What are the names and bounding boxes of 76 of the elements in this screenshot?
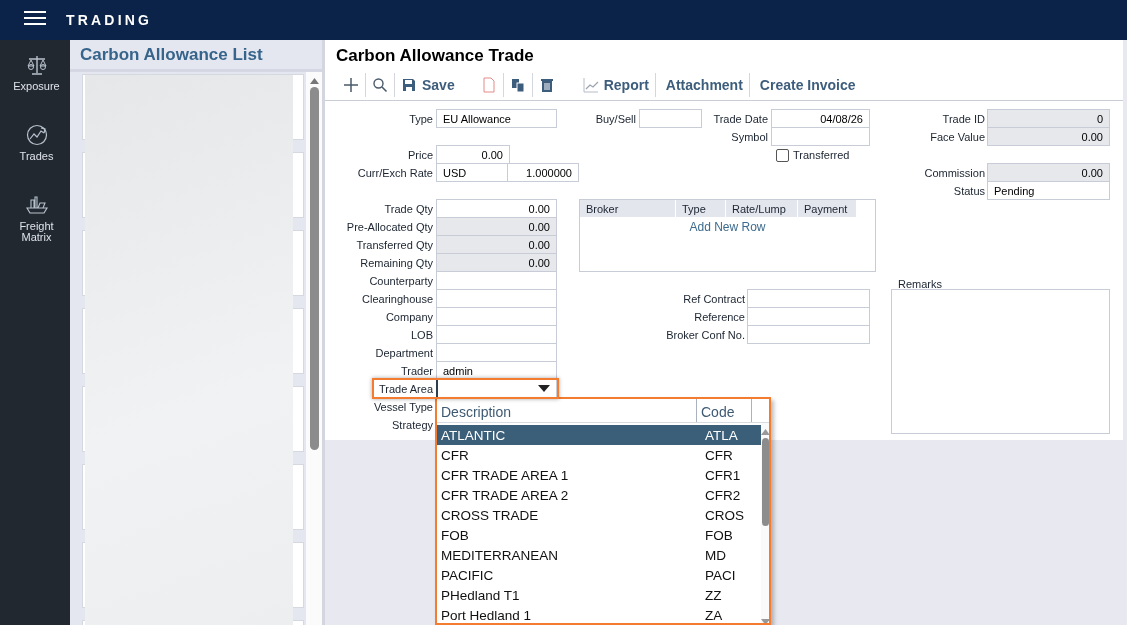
trend-chart-icon	[25, 124, 48, 146]
app-title: TRADING	[66, 12, 153, 28]
column-header: Type	[676, 200, 726, 217]
field-label: Trader	[400, 365, 434, 377]
dropdown-option[interactable]: FOB FOB	[437, 525, 761, 545]
dropdown-option[interactable]: PACIFIC PACI	[437, 565, 761, 585]
input-field[interactable]	[639, 109, 702, 128]
field-label: Price	[406, 149, 434, 161]
report-button[interactable]: Report	[576, 74, 655, 96]
field-label: Ref Contract	[682, 293, 746, 305]
nav-item[interactable]: Exposure	[0, 54, 70, 124]
dropdown-option[interactable]: CFR CFR	[437, 445, 761, 465]
dropdown-option[interactable]: MEDITERRANEAN MD	[437, 545, 761, 565]
field-label: Strategy	[391, 419, 434, 431]
copy-icon	[509, 77, 526, 93]
plus-icon	[343, 77, 359, 93]
field-label: Face Value	[929, 131, 986, 143]
field-label: Type	[408, 113, 434, 125]
dropdown-option[interactable]: CFR TRADE AREA 1 CFR1	[437, 465, 761, 485]
trash-icon	[538, 77, 555, 93]
column-header: Payment	[798, 200, 857, 217]
field-label: Remarks	[897, 278, 943, 290]
search-icon	[372, 77, 388, 93]
field-label: Clearinghouse	[361, 293, 434, 305]
form-title: Carbon Allowance Trade	[335, 45, 535, 67]
document-icon	[480, 77, 497, 93]
scrollbar[interactable]	[761, 423, 769, 623]
input-field[interactable]: EU Allowance	[436, 109, 557, 128]
field-label: Symbol	[730, 131, 769, 143]
field-label: Company	[384, 311, 434, 323]
field-label: Vessel Type	[372, 401, 434, 413]
remarks-field[interactable]	[891, 289, 1110, 434]
column-header: Rate/Lump	[726, 200, 798, 217]
create-invoice-button[interactable]: Create Invoice	[753, 74, 862, 96]
transferred-checkbox[interactable]: Transferred	[771, 146, 891, 164]
caret-icon	[538, 385, 550, 392]
save-button[interactable]: Save	[395, 74, 461, 96]
field-label: Reference	[693, 311, 746, 323]
scroll-up-icon[interactable]	[309, 78, 319, 84]
scrollbar[interactable]	[306, 72, 322, 625]
dropdown-option[interactable]: CROSS TRADE CROS	[437, 505, 761, 525]
dropdown-option[interactable]: ATLANTIC ATLA	[437, 425, 761, 445]
currency-field[interactable]: USD	[436, 163, 508, 182]
field-label: Trade Area	[378, 383, 434, 395]
field-label: Buy/Sell	[594, 113, 637, 125]
line-chart-icon	[582, 77, 599, 93]
column-header: Broker	[580, 200, 676, 217]
nav-item[interactable]: Freight Matrix	[0, 194, 70, 264]
input-field[interactable]	[771, 127, 870, 146]
field-label: Pre-Allocated Qty	[345, 221, 434, 233]
scroll-up-icon	[761, 429, 769, 435]
field-label: Department	[374, 347, 434, 359]
field-label: Trade ID	[941, 113, 986, 125]
attachment-button[interactable]: Attachment	[659, 74, 749, 96]
input-field[interactable]: Pending	[987, 181, 1110, 200]
dropdown-option[interactable]: CFR TRADE AREA 2 CFR2	[437, 485, 761, 505]
field-label: Curr/Exch Rate	[356, 167, 434, 179]
field-label: Counterparty	[368, 275, 434, 287]
exchange-rate-field[interactable]: 1.000000	[507, 163, 579, 182]
nav-item[interactable]: Trades	[0, 124, 70, 194]
dropdown-option[interactable]: Port Hedland 1 ZA	[437, 605, 761, 623]
column-header: Code	[697, 399, 752, 422]
add-row-link[interactable]: Add New Row	[689, 220, 766, 234]
input-field[interactable]	[747, 325, 870, 344]
column-header: Description	[437, 399, 697, 422]
scale-icon	[25, 54, 48, 76]
field-label: Trade Date	[712, 113, 769, 125]
ship-icon	[25, 194, 48, 216]
field-label: Remaining Qty	[359, 257, 434, 269]
field-label: Commission	[923, 167, 986, 179]
field-label: LOB	[410, 329, 434, 341]
dropdown-option[interactable]: PHedland T1 ZZ	[437, 585, 761, 605]
field-label: Transferred Qty	[355, 239, 434, 251]
field-label: Trade Qty	[383, 203, 434, 215]
field-label: Status	[952, 185, 986, 197]
field-label: Broker Conf No.	[665, 329, 746, 341]
